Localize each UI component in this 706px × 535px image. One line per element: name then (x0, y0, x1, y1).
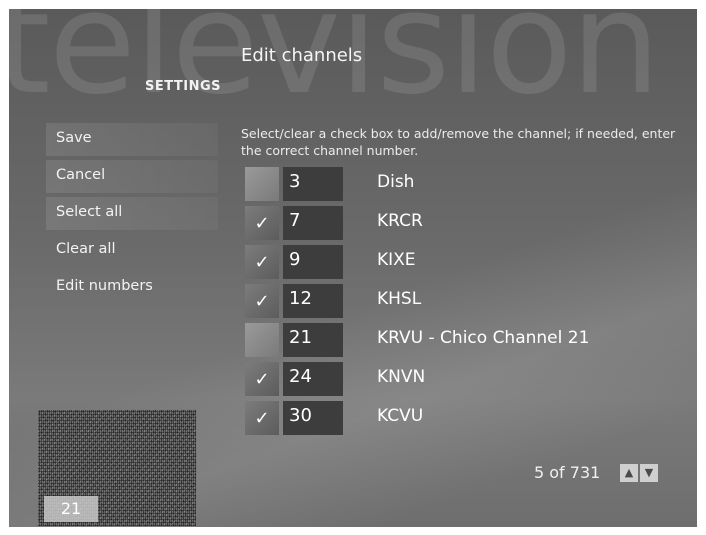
channel-name: Dish (377, 172, 415, 192)
channel-checkbox[interactable]: ✓ (245, 245, 279, 279)
channel-row: 3 Dish (245, 167, 685, 206)
media-center-screen: television SETTINGS Edit channels Save C… (9, 9, 697, 527)
chevron-down-icon[interactable]: ▼ (640, 464, 658, 482)
channel-checkbox[interactable]: ✓ (245, 206, 279, 240)
channel-row: ✓ 30 KCVU (245, 401, 685, 440)
chevron-up-icon[interactable]: ▲ (620, 464, 638, 482)
cancel-button[interactable]: Cancel (46, 160, 218, 193)
channel-name: KCVU (377, 406, 424, 426)
channel-checkbox[interactable] (245, 323, 279, 357)
channel-number-field[interactable]: 3 (283, 167, 343, 201)
channel-name: KNVN (377, 367, 426, 387)
instructions-text: Select/clear a check box to add/remove t… (241, 126, 676, 158)
channel-list: 3 Dish ✓ 7 KRCR ✓ 9 KIXE ✓ 12 KHSL 21 KR… (245, 167, 685, 440)
tv-preview[interactable]: 21 (37, 409, 197, 527)
clear-all-button[interactable]: Clear all (46, 234, 218, 267)
channel-row: ✓ 7 KRCR (245, 206, 685, 245)
page-counter: 5 of 731 (534, 463, 601, 482)
channel-row: 21 KRVU - Chico Channel 21 (245, 323, 685, 362)
action-menu: Save Cancel Select all Clear all Edit nu… (46, 123, 218, 308)
channel-number-field[interactable]: 9 (283, 245, 343, 279)
channel-name: KIXE (377, 250, 416, 270)
channel-row: ✓ 24 KNVN (245, 362, 685, 401)
channel-number-field[interactable]: 7 (283, 206, 343, 240)
channel-row: ✓ 9 KIXE (245, 245, 685, 284)
channel-name: KRCR (377, 211, 423, 231)
section-label: SETTINGS (145, 79, 222, 94)
edit-numbers-button[interactable]: Edit numbers (46, 271, 218, 304)
channel-number-field[interactable]: 21 (283, 323, 343, 357)
channel-number-field[interactable]: 24 (283, 362, 343, 396)
channel-row: ✓ 12 KHSL (245, 284, 685, 323)
channel-checkbox[interactable] (245, 167, 279, 201)
channel-number-field[interactable]: 30 (283, 401, 343, 435)
save-button[interactable]: Save (46, 123, 218, 156)
select-all-button[interactable]: Select all (46, 197, 218, 230)
channel-name: KHSL (377, 289, 422, 309)
preview-channel-number: 21 (44, 496, 98, 522)
channel-name: KRVU - Chico Channel 21 (377, 328, 590, 348)
channel-checkbox[interactable]: ✓ (245, 284, 279, 318)
channel-number-field[interactable]: 12 (283, 284, 343, 318)
channel-checkbox[interactable]: ✓ (245, 401, 279, 435)
channel-checkbox[interactable]: ✓ (245, 362, 279, 396)
page-title: Edit channels (241, 45, 363, 66)
